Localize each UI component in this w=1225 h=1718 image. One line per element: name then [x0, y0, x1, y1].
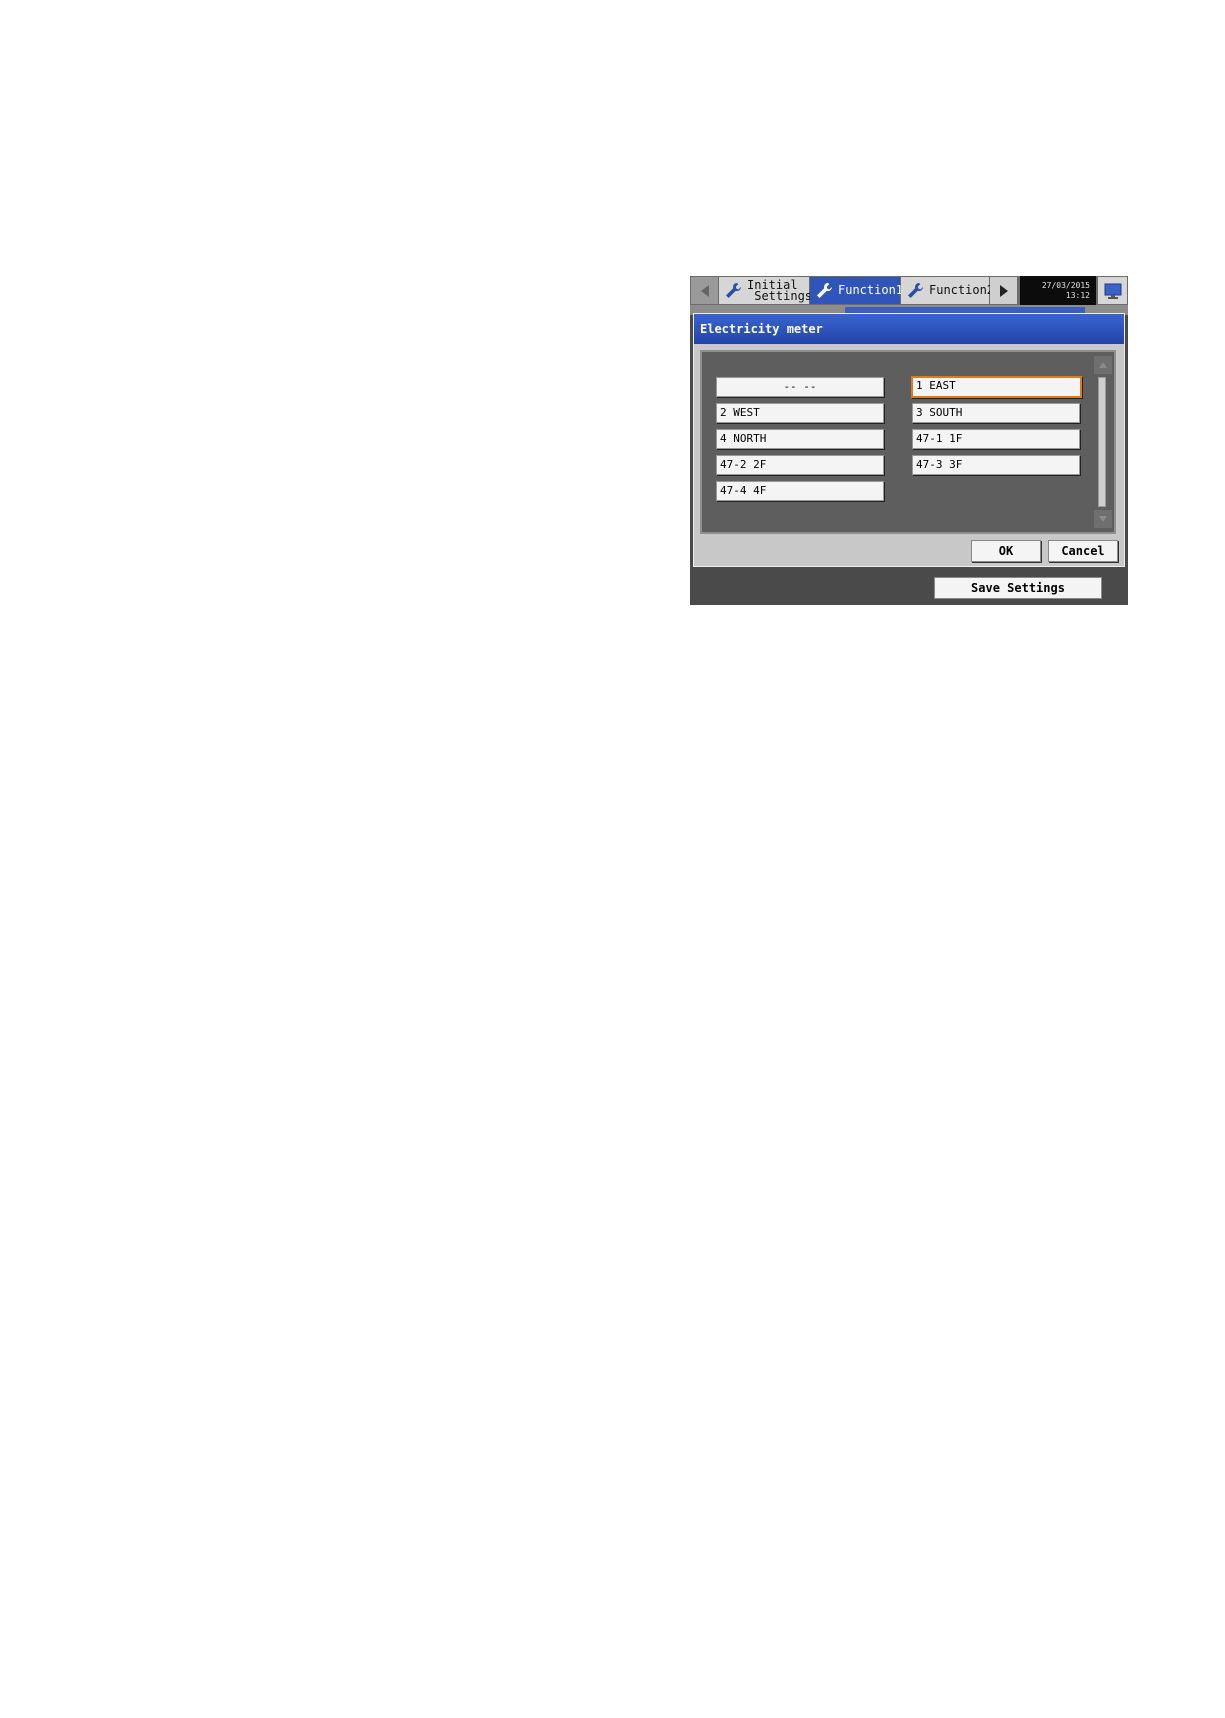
ok-button[interactable]: OK	[971, 540, 1041, 562]
time-text: 13:12	[1065, 291, 1090, 300]
wrench-icon	[817, 282, 832, 298]
meter-option[interactable]: 2 WEST	[716, 403, 884, 423]
meter-option[interactable]: -- --	[716, 377, 884, 397]
up-arrow-icon	[1099, 362, 1107, 368]
tab-function1[interactable]: Function1	[810, 277, 904, 304]
scroll-left-button[interactable]	[691, 277, 718, 304]
meter-list-panel: -- -- 1 EAST 2 WEST 3 SOUTH 4 NORTH 47-1…	[700, 350, 1116, 534]
meter-option[interactable]: 47-3 3F	[912, 455, 1080, 475]
tab-label: Function1	[838, 283, 904, 297]
tab-label: Function2	[929, 283, 995, 297]
meter-option[interactable]: 47-1 1F	[912, 429, 1080, 449]
monitor-button[interactable]	[1098, 277, 1127, 304]
datetime-display: 27/03/2015 13:12	[1020, 276, 1096, 305]
controller-screen: Initial Settings Function1 Function2 27/…	[690, 276, 1128, 605]
meter-option[interactable]: 47-2 2F	[716, 455, 884, 475]
scrollbar[interactable]	[1098, 377, 1106, 507]
scroll-down-button[interactable]	[1094, 510, 1112, 528]
left-arrow-icon	[700, 284, 709, 297]
scroll-right-button[interactable]	[990, 277, 1017, 304]
tab-label: Initial Settings	[747, 277, 813, 303]
scroll-up-button[interactable]	[1094, 356, 1112, 374]
meter-option[interactable]: 47-4 4F	[716, 481, 884, 501]
dialog-title: Electricity meter	[694, 314, 1124, 344]
tab-initial-settings[interactable]: Initial Settings	[719, 277, 813, 304]
meter-option[interactable]: 4 NORTH	[716, 429, 884, 449]
wrench-icon	[908, 282, 923, 298]
electricity-meter-dialog: Electricity meter -- -- 1 EAST 2 WEST 3 …	[693, 313, 1125, 567]
monitor-icon	[1104, 283, 1121, 299]
right-arrow-icon	[999, 284, 1008, 297]
meter-option-selected[interactable]: 1 EAST	[911, 376, 1082, 398]
down-arrow-icon	[1099, 516, 1107, 522]
top-bar: Initial Settings Function1 Function2 27/…	[690, 276, 1128, 305]
date-text: 27/03/2015	[1041, 281, 1090, 290]
wrench-icon	[726, 282, 741, 298]
cancel-button[interactable]: Cancel	[1048, 540, 1118, 562]
meter-option[interactable]: 3 SOUTH	[912, 403, 1080, 423]
save-settings-button[interactable]: Save Settings	[934, 577, 1102, 599]
tab-function2[interactable]: Function2	[901, 277, 994, 304]
